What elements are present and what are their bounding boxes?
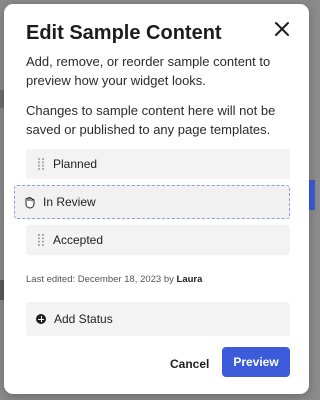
background-fragment	[309, 180, 315, 210]
sample-item[interactable]: Accepted	[26, 225, 290, 255]
sample-item-label: Accepted	[53, 233, 104, 247]
preview-button[interactable]: Preview	[222, 347, 290, 377]
dialog-title: Edit Sample Content	[26, 22, 222, 44]
grab-hand-icon[interactable]	[23, 195, 37, 209]
dialog-note: Changes to sample content here will not …	[26, 103, 276, 137]
dialog-description: Add, remove, or reorder sample content t…	[26, 54, 271, 88]
cancel-button[interactable]: Cancel	[164, 352, 215, 376]
sample-item-label: In Review	[43, 195, 96, 209]
sample-item[interactable]: Planned	[26, 149, 290, 179]
add-status-button[interactable]: Add Status	[26, 302, 290, 336]
last-edited-info: Last edited: December 18, 2023 by Laura	[26, 274, 202, 285]
drag-handle-icon[interactable]	[37, 233, 45, 247]
drag-handle-icon[interactable]	[37, 157, 45, 171]
sample-item-dragging[interactable]: In Review	[14, 185, 290, 219]
close-icon[interactable]	[273, 20, 291, 38]
edit-sample-content-dialog: Edit Sample Content Add, remove, or reor…	[4, 4, 309, 394]
sample-item-label: Planned	[53, 157, 98, 171]
last-edited-author: Laura	[176, 274, 203, 285]
add-status-label: Add Status	[54, 312, 113, 326]
plus-circle-icon	[36, 314, 46, 324]
last-edited-text: Last edited: December 18, 2023 by	[26, 274, 174, 285]
